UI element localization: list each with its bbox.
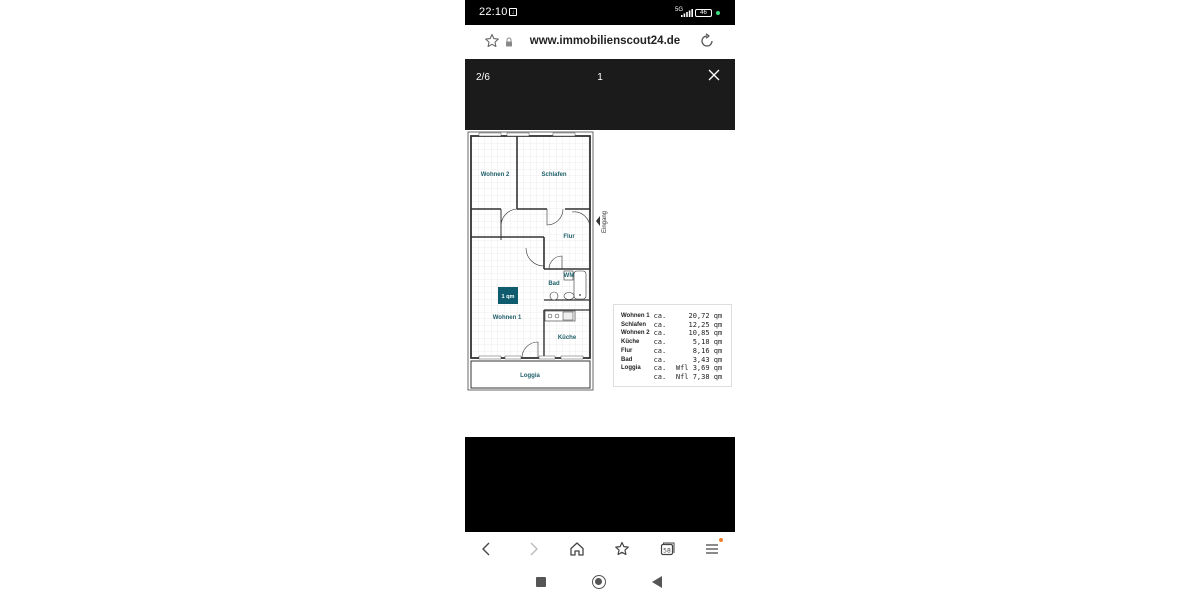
bookmark-star-icon[interactable] (484, 33, 500, 49)
area-row: Bad ca. 3,43 qm (621, 356, 722, 365)
area-approx-label: ca. (653, 346, 667, 355)
area-room-name: Loggia (621, 365, 641, 372)
privacy-indicator-icon (716, 11, 720, 15)
room-label-bad: Bad (548, 281, 560, 287)
area-room-name (621, 373, 650, 382)
area-value: 8,16 qm (692, 346, 723, 355)
area-room-name: Flur (621, 347, 633, 354)
forward-icon[interactable] (525, 541, 541, 557)
image-caption: 1 (597, 72, 603, 83)
room-label-wohnen1: Wohnen 1 (493, 315, 522, 321)
area-approx-label: ca. (653, 312, 667, 320)
area-approx-label: ca. (653, 372, 667, 381)
url-text[interactable]: www.immobilienscout24.de (525, 35, 685, 47)
floorplan-image[interactable]: 1 qm Wohnen 2 Schlafen Flur Bad WM Wohne… (465, 130, 735, 437)
status-bar: 22:10 ↓ 5G 46 (465, 0, 735, 25)
area-value: 12,25 qm (688, 320, 723, 329)
notification-icon: ↓ (509, 8, 517, 16)
area-approx-label: ca. (653, 329, 667, 338)
room-label-flur: Flur (563, 234, 575, 240)
room-label-loggia: Loggia (520, 373, 540, 379)
area-room-name: Wohnen 2 (621, 330, 650, 337)
area-room-name: Bad (621, 356, 633, 363)
battery-icon: 46 (695, 9, 712, 17)
url-bar[interactable]: www.immobilienscout24.de (465, 25, 735, 59)
area-row: Loggia ca. Wfl 3,69 qm (621, 364, 722, 373)
area-value: 3,43 qm (692, 355, 723, 364)
area-room-name: Küche (621, 339, 640, 346)
room-label-wohnen2: Wohnen 2 (481, 172, 510, 178)
menu-icon[interactable] (704, 541, 720, 557)
floorplan-drawing: 1 qm Wohnen 2 Schlafen Flur Bad WM Wohne… (467, 131, 608, 391)
area-row: Wohnen 1 ca. 20,72 qm (621, 312, 722, 321)
room-label-eingang: Eingang (602, 211, 608, 233)
lock-icon (506, 37, 512, 47)
home-icon[interactable] (569, 541, 585, 557)
tabs-icon[interactable]: 58 (659, 541, 675, 557)
svg-text:58: 58 (663, 548, 671, 555)
qm-badge-label: 1 qm (501, 294, 514, 300)
room-label-schlafen: Schlafen (541, 172, 566, 178)
system-home-icon[interactable] (592, 575, 606, 589)
area-approx-label: ca. (653, 364, 667, 373)
room-label-wm: WM (564, 273, 575, 279)
close-icon[interactable] (708, 69, 720, 81)
system-navigation-bar (465, 566, 735, 600)
area-value: Wfl 3,69 qm (675, 364, 723, 373)
area-row: Wohnen 2 ca. 10,85 qm (621, 329, 722, 338)
reload-icon[interactable] (699, 33, 715, 49)
area-row: Schlafen ca. 12,25 qm (621, 321, 722, 330)
status-time: 22:10 (479, 6, 508, 18)
back-icon[interactable] (479, 541, 495, 557)
bookmarks-icon[interactable] (614, 541, 630, 557)
area-legend: Wohnen 1 ca. 20,72 qm Schlafen ca. 12,25 qm Wo… (613, 304, 732, 387)
gallery-background (465, 437, 735, 532)
area-table: Wohnen 1 ca. 20,72 qm Schlafen ca. 12,25 qm Wo… (621, 312, 722, 382)
browser-toolbar: 58 (465, 532, 735, 566)
room-label-kueche: Küche (558, 335, 577, 341)
gallery-header: 2/6 1 (465, 59, 735, 130)
area-row: Flur ca. 8,16 qm (621, 347, 722, 356)
menu-notification-dot (719, 538, 723, 542)
area-approx-label: ca. (653, 338, 667, 347)
area-value: Nfl 7,38 qm (675, 372, 723, 381)
recents-icon[interactable] (536, 577, 546, 587)
area-row: Küche ca. 5,18 qm (621, 338, 722, 347)
area-approx-label: ca. (653, 355, 667, 364)
area-approx-label: ca. (653, 320, 667, 329)
signal-bars-icon (681, 9, 693, 17)
area-value: 10,85 qm (688, 329, 723, 338)
area-value: 20,72 qm (688, 312, 723, 320)
area-row: ca. Nfl 7,38 qm (621, 372, 723, 382)
phone-screen: 22:10 ↓ 5G 46 www.immobilienscout24.de 2… (465, 0, 735, 600)
area-room-name: Schlafen (621, 321, 647, 328)
area-value: 5,18 qm (692, 338, 723, 347)
area-room-name: Wohnen 1 (621, 313, 650, 319)
system-back-icon[interactable] (652, 576, 662, 588)
